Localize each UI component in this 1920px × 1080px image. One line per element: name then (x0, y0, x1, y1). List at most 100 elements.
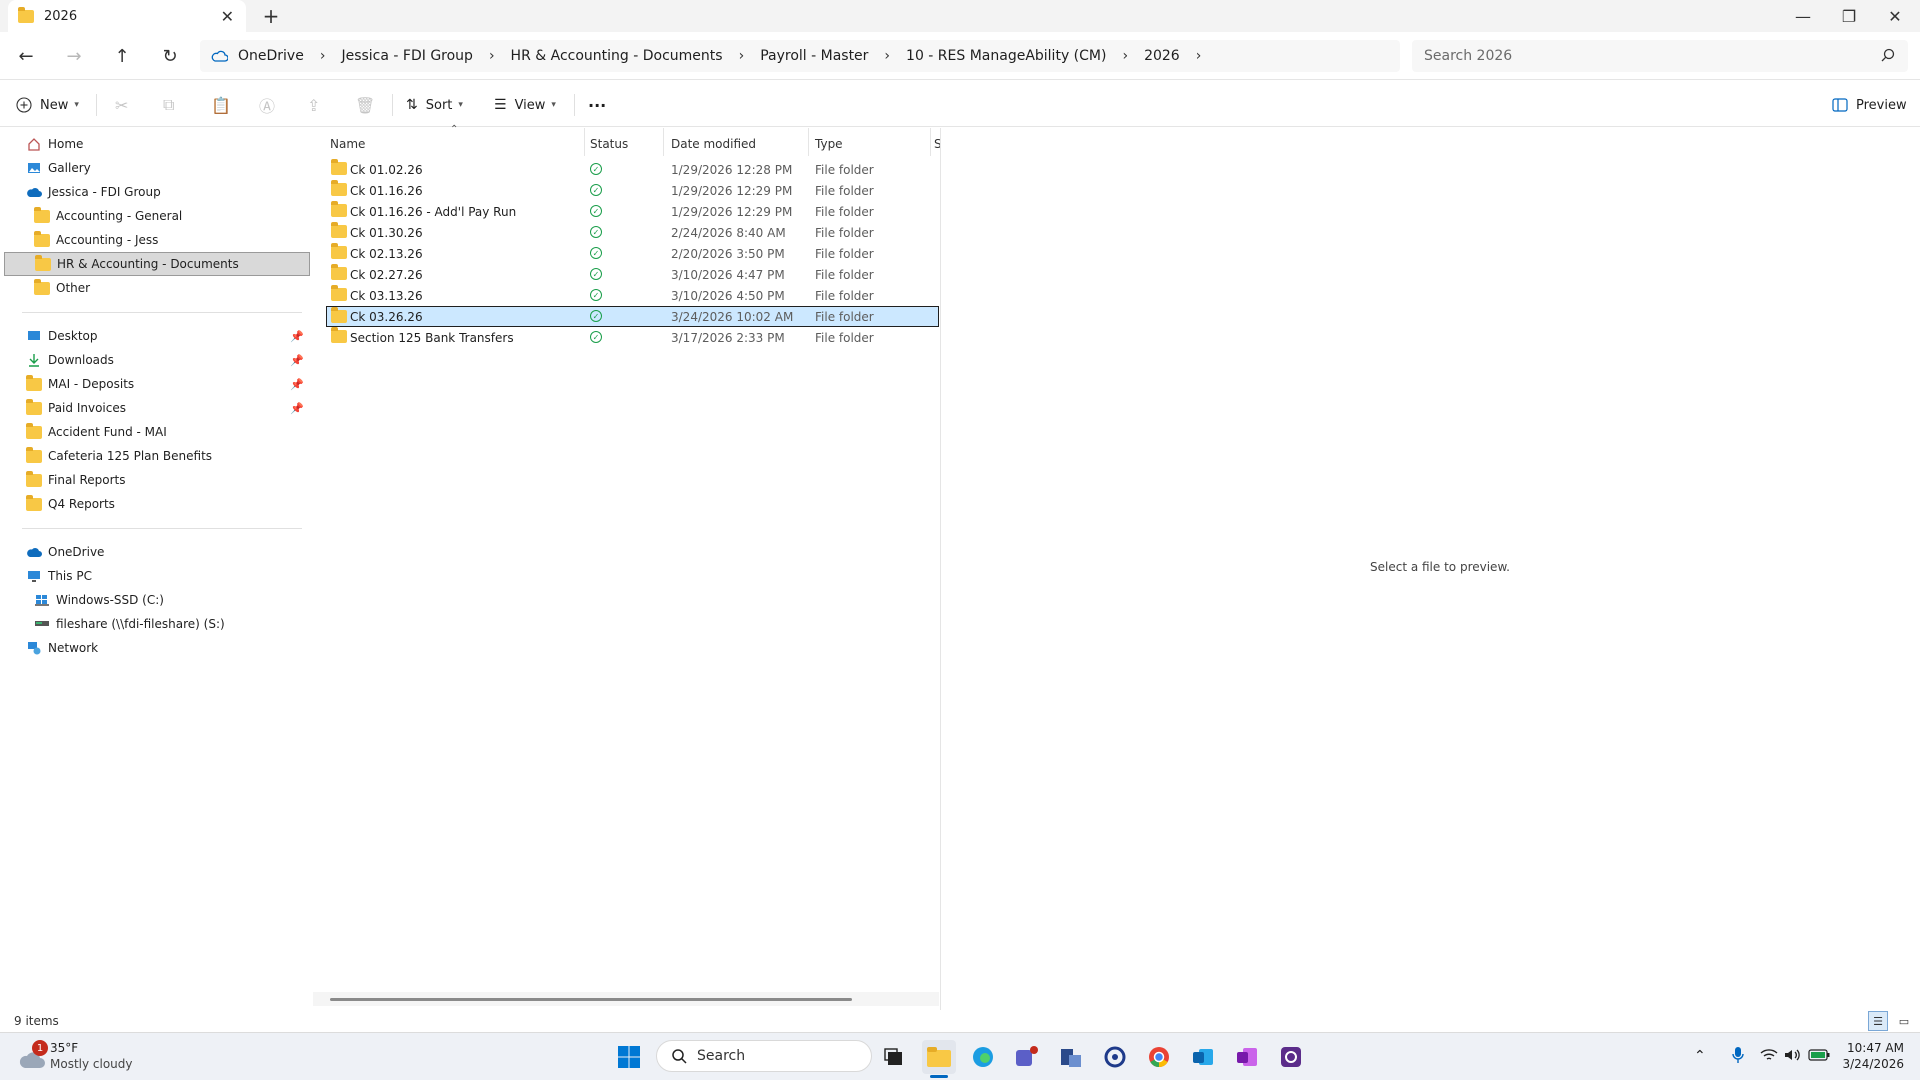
sidebar-item-gallery[interactable]: Gallery (4, 156, 310, 180)
restore-button[interactable]: ❐ (1826, 0, 1872, 32)
refresh-app-icon[interactable] (1098, 1040, 1132, 1074)
breadcrumb-hr-accounting[interactable]: HR & Accounting - Documents (503, 48, 731, 64)
wifi-icon[interactable] (1760, 1048, 1778, 1066)
new-tab-button[interactable]: + (258, 4, 284, 28)
chevron-right-icon[interactable]: › (1114, 48, 1136, 64)
onenote-icon[interactable] (1230, 1040, 1264, 1074)
sidebar-item-other[interactable]: Other (4, 276, 310, 300)
column-header-name[interactable]: Name (330, 132, 580, 156)
minimize-button[interactable]: — (1780, 0, 1826, 32)
sidebar-item-network[interactable]: Network (4, 636, 310, 660)
sidebar-item-accounting-jess[interactable]: Accounting - Jess (4, 228, 310, 252)
sidebar-item-cafeteria-125[interactable]: Cafeteria 125 Plan Benefits (4, 444, 310, 468)
sidebar-item-q4-reports[interactable]: Q4 Reports (4, 492, 310, 516)
cut-icon[interactable]: ✂ (115, 92, 128, 118)
large-icons-view-icon[interactable]: ▭ (1894, 1011, 1914, 1031)
paste-icon[interactable]: 📋 (211, 92, 231, 118)
preview-button[interactable]: Preview (1832, 92, 1907, 118)
accounting-app-icon[interactable] (1054, 1040, 1088, 1074)
column-header-type[interactable]: Type (815, 132, 915, 156)
sidebar-item-onedrive[interactable]: OneDrive (4, 540, 310, 564)
details-view-icon[interactable]: ☰ (1868, 1011, 1888, 1031)
sidebar-item-hr-accounting-documents[interactable]: HR & Accounting - Documents (4, 252, 310, 276)
volume-icon[interactable] (1784, 1048, 1802, 1066)
sidebar-item-accident-fund[interactable]: Accident Fund - MAI (4, 420, 310, 444)
table-row[interactable]: Section 125 Bank Transfers ✓ 3/17/2026 2… (327, 327, 939, 348)
breadcrumb-payroll-master[interactable]: Payroll - Master (752, 48, 876, 64)
table-row[interactable]: Ck 01.16.26 - Add'l Pay Run ✓ 1/29/2026 … (327, 201, 939, 222)
file-name: Section 125 Bank Transfers (350, 330, 514, 345)
breadcrumb-onedrive[interactable]: OneDrive (230, 48, 312, 64)
sidebar-item-this-pc[interactable]: This PC (4, 564, 310, 588)
share-icon[interactable]: ⇪ (307, 92, 320, 118)
chevron-right-icon[interactable]: › (312, 48, 334, 64)
table-row[interactable]: Ck 03.13.26 ✓ 3/10/2026 4:50 PM File fol… (327, 285, 939, 306)
close-tab-icon[interactable]: ✕ (221, 7, 234, 26)
table-row[interactable]: Ck 01.30.26 ✓ 2/24/2026 8:40 AM File fol… (327, 222, 939, 243)
screenshot-app-icon[interactable] (1274, 1040, 1308, 1074)
onedrive-icon (26, 544, 42, 560)
table-row-selected[interactable]: Ck 03.26.26 ✓ 3/24/2026 10:02 AM File fo… (326, 306, 939, 327)
sidebar-item-paid-invoices[interactable]: Paid Invoices 📌 (4, 396, 310, 420)
scrollbar-thumb[interactable] (330, 998, 852, 1001)
close-window-button[interactable]: ✕ (1872, 0, 1918, 32)
edge-icon[interactable] (966, 1040, 1000, 1074)
chevron-right-icon[interactable]: › (731, 48, 753, 64)
chevron-right-icon[interactable]: › (481, 48, 503, 64)
up-button[interactable]: ↑ (106, 40, 138, 72)
sidebar-item-mai-deposits[interactable]: MAI - Deposits 📌 (4, 372, 310, 396)
column-divider[interactable] (584, 128, 585, 156)
column-header-status[interactable]: Status (590, 132, 660, 156)
sidebar-item-jessica-fdi[interactable]: Jessica - FDI Group (4, 180, 310, 204)
delete-icon[interactable]: 🗑 (355, 92, 375, 118)
battery-icon[interactable] (1808, 1049, 1830, 1065)
pin-icon[interactable]: 📌 (290, 354, 304, 367)
pin-icon[interactable]: 📌 (290, 402, 304, 415)
pin-icon[interactable]: 📌 (290, 330, 304, 343)
table-row[interactable]: Ck 02.13.26 ✓ 2/20/2026 3:50 PM File fol… (327, 243, 939, 264)
rename-icon[interactable]: Ⓐ (259, 92, 275, 118)
breadcrumb-jessica[interactable]: Jessica - FDI Group (333, 48, 480, 64)
table-row[interactable]: Ck 01.16.26 ✓ 1/29/2026 12:29 PM File fo… (327, 180, 939, 201)
column-divider[interactable] (663, 128, 664, 156)
refresh-button[interactable]: ↻ (154, 40, 186, 72)
table-row[interactable]: Ck 02.27.26 ✓ 3/10/2026 4:47 PM File fol… (327, 264, 939, 285)
table-row[interactable]: Ck 01.02.26 ✓ 1/29/2026 12:28 PM File fo… (327, 159, 939, 180)
column-divider[interactable] (930, 128, 931, 156)
more-options-button[interactable]: ··· (588, 92, 606, 118)
breadcrumb-2026[interactable]: 2026 (1136, 48, 1188, 64)
teams-icon[interactable] (1010, 1040, 1044, 1074)
sort-button[interactable]: ⇅ Sort ▾ (406, 92, 463, 118)
outlook-icon[interactable] (1186, 1040, 1220, 1074)
sidebar-item-home[interactable]: Home (4, 132, 310, 156)
weather-widget[interactable]: 1 35°F Mostly cloudy (16, 1040, 156, 1074)
chevron-right-icon[interactable]: › (876, 48, 898, 64)
back-button[interactable]: ← (10, 40, 42, 72)
start-button[interactable] (612, 1040, 646, 1074)
chevron-right-icon[interactable]: › (1188, 48, 1210, 64)
sidebar-item-downloads[interactable]: Downloads 📌 (4, 348, 310, 372)
column-divider[interactable] (808, 128, 809, 156)
search-input[interactable]: Search 2026 (1412, 40, 1908, 72)
microphone-icon[interactable] (1732, 1046, 1744, 1068)
file-explorer-taskbar-icon[interactable] (922, 1040, 956, 1074)
sidebar-item-accounting-general[interactable]: Accounting - General (4, 204, 310, 228)
tab-2026[interactable]: 2026 ✕ (8, 0, 246, 32)
chrome-icon[interactable] (1142, 1040, 1176, 1074)
column-header-date[interactable]: Date modified (671, 132, 801, 156)
view-button[interactable]: ☰ View ▾ (494, 92, 556, 118)
sidebar-item-fileshare[interactable]: fileshare (\\fdi-fileshare) (S:) (4, 612, 310, 636)
forward-button[interactable]: → (58, 40, 90, 72)
new-button[interactable]: New ▾ (16, 92, 79, 118)
breadcrumb-res-manageability[interactable]: 10 - RES ManageAbility (CM) (898, 48, 1114, 64)
address-bar[interactable]: OneDrive › Jessica - FDI Group › HR & Ac… (200, 40, 1400, 72)
chevron-up-icon[interactable]: ⌃ (1694, 1048, 1706, 1064)
task-view-icon[interactable] (876, 1040, 910, 1074)
copy-icon[interactable]: ⧉ (163, 92, 174, 118)
sidebar-item-windows-ssd[interactable]: Windows-SSD (C:) (4, 588, 310, 612)
sidebar-item-desktop[interactable]: Desktop 📌 (4, 324, 310, 348)
taskbar-search[interactable]: Search (656, 1040, 872, 1072)
sidebar-item-final-reports[interactable]: Final Reports (4, 468, 310, 492)
taskbar-clock[interactable]: 10:47 AM 3/24/2026 (1840, 1041, 1904, 1071)
pin-icon[interactable]: 📌 (290, 378, 304, 391)
